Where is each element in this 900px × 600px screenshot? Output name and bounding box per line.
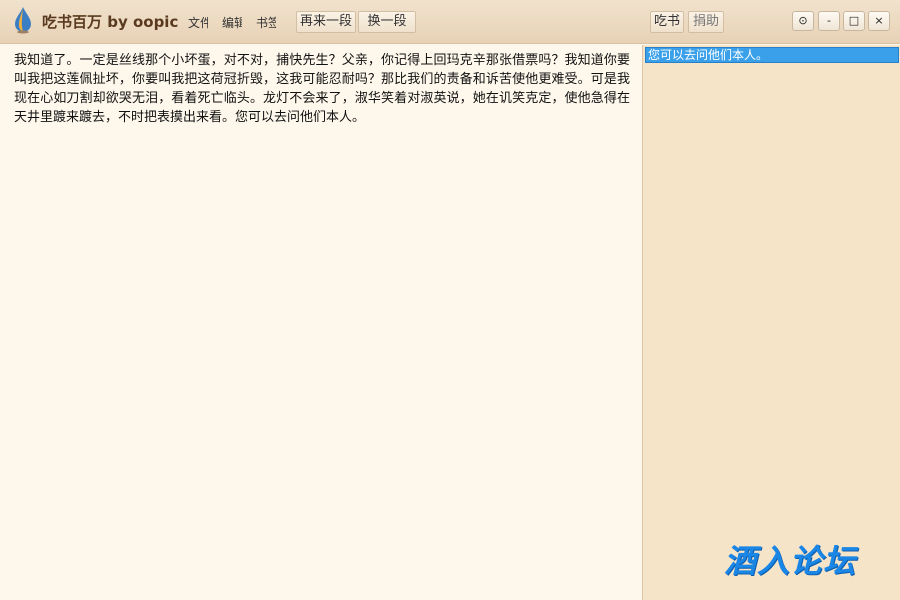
title-bar: 吃书百万 by oopic 文件 编辑 书签 再来一段 换一段 吃书 捐助 ⊙ … — [0, 0, 900, 44]
menu-edit[interactable]: 编辑 — [222, 14, 242, 31]
maximize-icon[interactable]: □ — [843, 11, 865, 31]
menu-bookmarks[interactable]: 书签 — [256, 14, 276, 31]
donate-button[interactable]: 捐助 — [688, 11, 724, 33]
side-list-item-selected[interactable]: 您可以去问他们本人。 — [645, 47, 899, 63]
menu-file[interactable]: 文件 — [188, 14, 208, 31]
drop-logo-icon — [15, 7, 31, 34]
again-button[interactable]: 再来一段 — [296, 11, 356, 33]
content-text-area[interactable]: 我知道了。一定是丝线那个小坏蛋，对不对，捕快先生？父亲，你记得上回玛克辛那张借票… — [0, 45, 642, 600]
app-title: 吃书百万 by oopic — [42, 13, 179, 31]
switch-button[interactable]: 换一段 — [358, 11, 416, 33]
watermark-logo: 酒入论坛 — [724, 542, 857, 580]
close-icon[interactable]: × — [868, 11, 890, 31]
side-panel: 您可以去问他们本人。 — [642, 45, 900, 600]
settings-icon[interactable]: ⊙ — [792, 11, 814, 31]
minimize-icon[interactable]: - — [818, 11, 840, 31]
eat-book-button[interactable]: 吃书 — [650, 11, 684, 33]
